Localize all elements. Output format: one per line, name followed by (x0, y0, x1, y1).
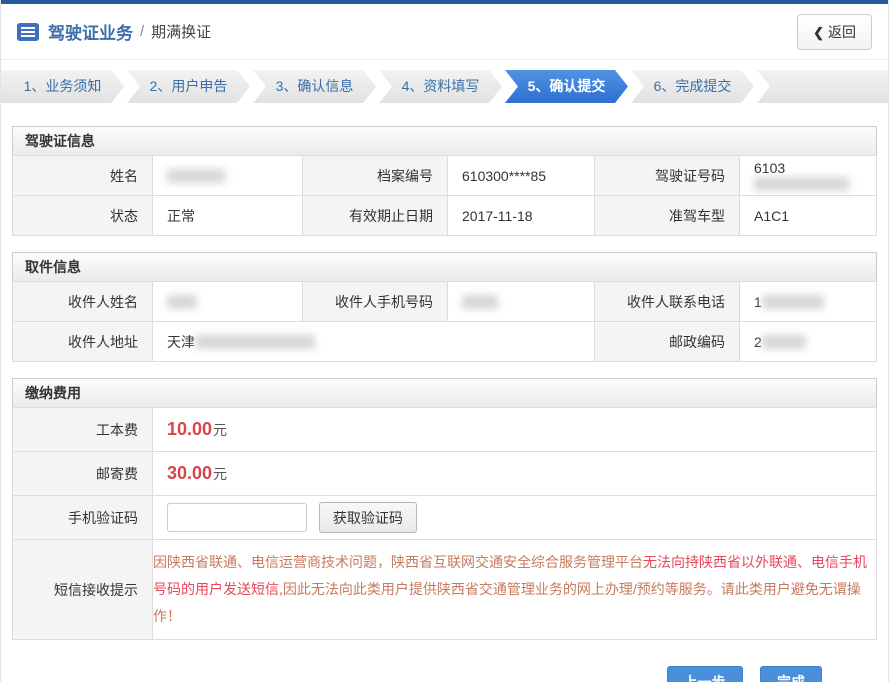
license-info-title: 驾驶证信息 (12, 126, 877, 156)
pickup-info-section: 取件信息 收件人姓名 收件人手机号码 收件人联系电话 1 收件人地址 天津 邮政… (12, 252, 877, 362)
redacted-blur (167, 169, 225, 183)
redacted-blur (195, 335, 315, 349)
title-separator: / (140, 23, 144, 40)
captcha-input[interactable] (167, 503, 307, 532)
step-4-fill-materials: 4、资料填写 (379, 70, 502, 103)
captcha-label: 手机验证码 (13, 496, 153, 540)
license-no-value: 6103 (740, 156, 877, 196)
step-1-business-notice: 1、业务须知 (1, 70, 124, 103)
footer-actions: 上一步 完成 (1, 666, 888, 682)
table-row: 手机验证码 获取验证码 (13, 496, 877, 540)
page: 驾驶证业务 / 期满换证 ❮ 返回 1、业务须知 2、用户申告 3、确认信息 4、… (0, 0, 889, 682)
get-captcha-button[interactable]: 获取验证码 (319, 502, 417, 533)
vehicle-type-value: A1C1 (740, 196, 877, 236)
fees-section: 缴纳费用 工本费 10.00元 邮寄费 30.00元 手机验证码 获取验证码 短… (12, 378, 877, 640)
fees-title: 缴纳费用 (12, 378, 877, 408)
postcode-value: 2 (740, 322, 877, 362)
table-row: 短信接收提示 因陕西省联通、电信运营商技术问题，陕西省互联网交通安全综合服务管理… (13, 540, 877, 640)
pickup-info-title: 取件信息 (12, 252, 877, 282)
production-fee-label: 工本费 (13, 408, 153, 452)
status-label: 状态 (13, 196, 153, 236)
file-no-label: 档案编号 (303, 156, 448, 196)
expiry-value: 2017-11-18 (448, 196, 595, 236)
redacted-blur (762, 335, 806, 349)
step-2-user-declaration: 2、用户申告 (127, 70, 250, 103)
sms-notice-text: 因陕西省联通、电信运营商技术问题，陕西省互联网交通安全综合服务管理平台无法向持陕… (153, 540, 877, 640)
page-header: 驾驶证业务 / 期满换证 ❮ 返回 (1, 4, 888, 60)
redacted-blur (762, 295, 824, 309)
recipient-name-label: 收件人姓名 (13, 282, 153, 322)
pickup-info-table: 收件人姓名 收件人手机号码 收件人联系电话 1 收件人地址 天津 邮政编码 2 (12, 281, 877, 362)
mailing-fee-value: 30.00元 (153, 452, 877, 496)
file-no-value: 610300****85 (448, 156, 595, 196)
captcha-cell: 获取验证码 (153, 496, 877, 540)
page-title: 驾驶证业务 (48, 19, 133, 44)
table-row: 收件人地址 天津 邮政编码 2 (13, 322, 877, 362)
chevron-left-icon: ❮ (813, 25, 824, 40)
sms-notice-label: 短信接收提示 (13, 540, 153, 640)
step-5-confirm-submit: 5、确认提交 (505, 70, 628, 103)
back-button[interactable]: ❮ 返回 (797, 14, 872, 50)
mailing-fee-label: 邮寄费 (13, 452, 153, 496)
previous-step-button[interactable]: 上一步 (667, 666, 743, 682)
step-wizard: 1、业务须知 2、用户申告 3、确认信息 4、资料填写 5、确认提交 6、完成提… (1, 70, 888, 103)
license-info-table: 姓名 档案编号 610300****85 驾驶证号码 6103 状态 正常 有效… (12, 155, 877, 236)
status-value: 正常 (153, 196, 303, 236)
redacted-blur (462, 295, 498, 309)
back-button-label: 返回 (828, 24, 856, 40)
recipient-mobile-label: 收件人手机号码 (303, 282, 448, 322)
vehicle-type-label: 准驾车型 (595, 196, 740, 236)
postcode-label: 邮政编码 (595, 322, 740, 362)
table-row: 姓名 档案编号 610300****85 驾驶证号码 6103 (13, 156, 877, 196)
step-3-confirm-info: 3、确认信息 (253, 70, 376, 103)
table-row: 工本费 10.00元 (13, 408, 877, 452)
list-icon (17, 23, 39, 41)
step-bar-filler (757, 70, 888, 103)
recipient-phone-value: 1 (740, 282, 877, 322)
license-no-label: 驾驶证号码 (595, 156, 740, 196)
name-value (153, 156, 303, 196)
name-label: 姓名 (13, 156, 153, 196)
recipient-phone-label: 收件人联系电话 (595, 282, 740, 322)
recipient-address-label: 收件人地址 (13, 322, 153, 362)
recipient-name-value (153, 282, 303, 322)
recipient-address-value: 天津 (153, 322, 595, 362)
redacted-blur (754, 177, 849, 191)
expiry-label: 有效期止日期 (303, 196, 448, 236)
recipient-mobile-value (448, 282, 595, 322)
table-row: 状态 正常 有效期止日期 2017-11-18 准驾车型 A1C1 (13, 196, 877, 236)
table-row: 收件人姓名 收件人手机号码 收件人联系电话 1 (13, 282, 877, 322)
page-subtitle: 期满换证 (151, 21, 211, 42)
production-fee-value: 10.00元 (153, 408, 877, 452)
table-row: 邮寄费 30.00元 (13, 452, 877, 496)
step-6-complete-submit: 6、完成提交 (631, 70, 754, 103)
finish-button[interactable]: 完成 (760, 666, 822, 682)
fees-table: 工本费 10.00元 邮寄费 30.00元 手机验证码 获取验证码 短信接收提示… (12, 407, 877, 640)
redacted-blur (167, 295, 197, 309)
license-info-section: 驾驶证信息 姓名 档案编号 610300****85 驾驶证号码 6103 状态… (12, 126, 877, 236)
